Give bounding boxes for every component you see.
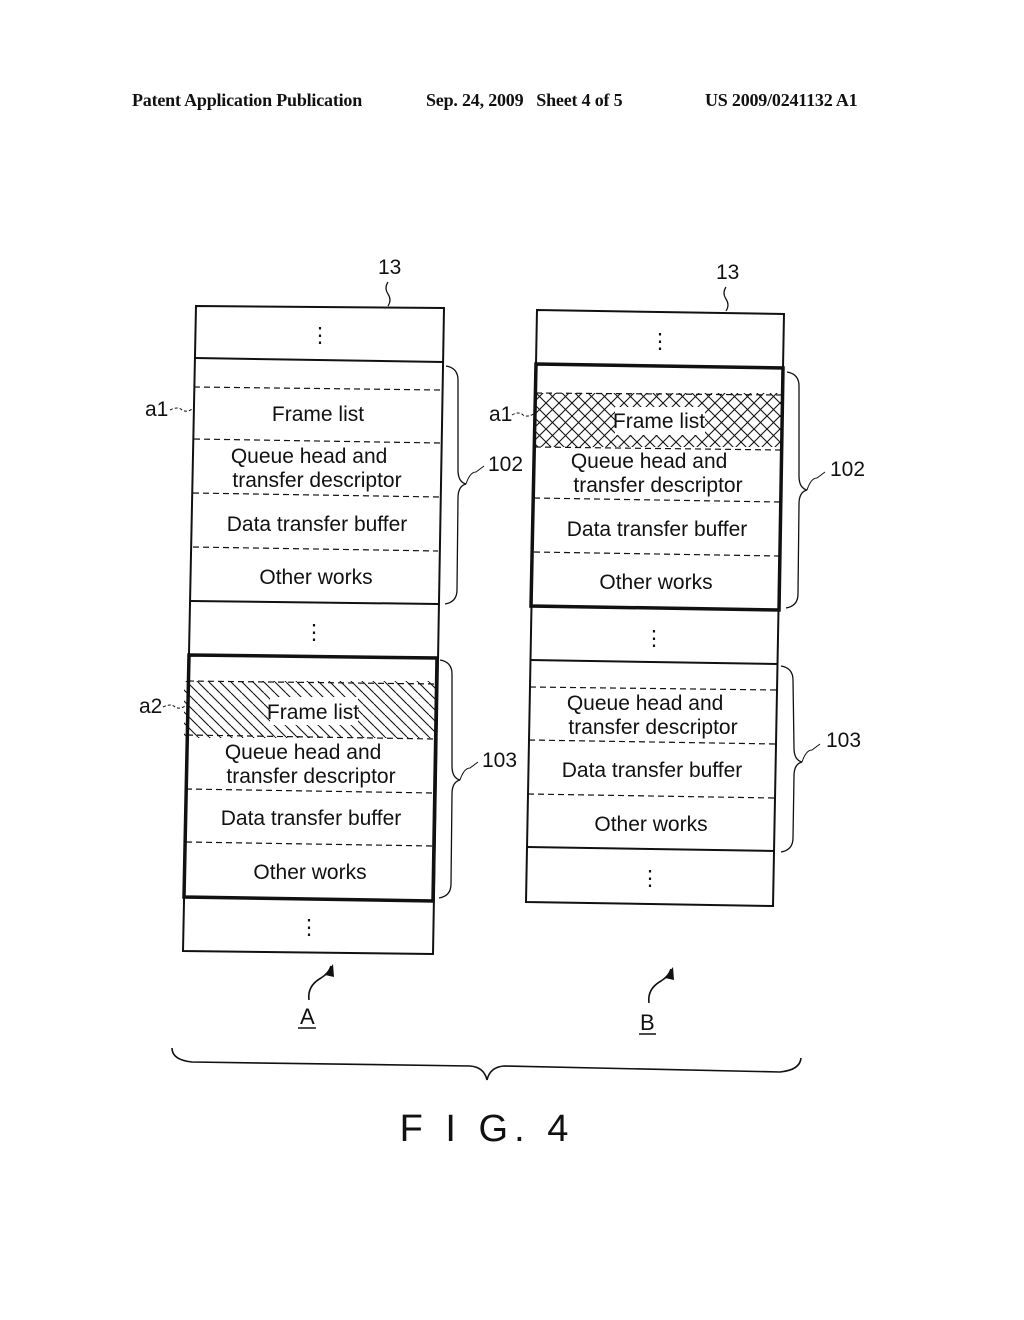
region-ref-103-b: 103: [826, 729, 861, 752]
callout-a1-leader-b: [511, 412, 536, 417]
brace-102-a: [444, 365, 467, 605]
cell-other-works: Other works: [594, 813, 707, 836]
cell-data-transfer-buffer: Data transfer buffer: [567, 518, 748, 541]
ellipsis-icon: ⋮: [304, 621, 325, 644]
cell-queue-head: Queue head and transfer descriptor: [225, 741, 396, 788]
cell-divider: [529, 686, 778, 691]
leader-line-102-b: [806, 471, 826, 491]
callout-a1-leader: [169, 407, 195, 412]
diagram-a: 13 ⋮ Frame list Queue head and transfer …: [139, 256, 523, 1029]
cell-queue-head-line1: Queue head and: [225, 741, 381, 764]
cell-other-works: Other works: [599, 571, 712, 594]
ellipsis-icon: ⋮: [640, 867, 661, 890]
cell-data-transfer-buffer: Data transfer buffer: [221, 807, 402, 830]
cell-divider: [192, 546, 439, 552]
cell-divider: [192, 492, 440, 498]
leader-line-102-a: [465, 465, 485, 485]
combining-brace: [171, 1047, 802, 1081]
region-ref-103-a: 103: [482, 749, 517, 772]
leader-line-103-a: [459, 761, 479, 781]
region-boundary: [526, 846, 776, 852]
arrow-icon: [647, 968, 672, 1004]
cell-queue-head-line1: Queue head and: [231, 445, 387, 468]
cell-divider: [527, 793, 776, 799]
diagram-b: 13 ⋮ Frame list Queue head and transfer …: [489, 261, 865, 1035]
memory-ref-label-a: 13: [378, 256, 401, 279]
region-ref-102-b: 102: [830, 458, 865, 481]
arrowhead-icon: [325, 964, 334, 977]
cell-frame-list-hatched: Frame list: [267, 701, 359, 724]
ellipsis-icon: ⋮: [310, 324, 331, 347]
cell-divider: [185, 841, 434, 847]
leader-line-13-a: [385, 281, 391, 307]
region-ref-102-a: 102: [488, 453, 523, 476]
arrow-icon: [307, 965, 332, 1001]
leader-line-13-b: [723, 286, 729, 312]
cell-queue-head: Queue head and transfer descriptor: [571, 450, 743, 497]
memory-ref-label-b: 13: [716, 261, 739, 284]
callout-a1-label-b: a1: [489, 403, 512, 426]
cell-frame-list-crosshatched: Frame list: [613, 410, 705, 433]
cell-divider: [528, 739, 777, 745]
cell-other-works: Other works: [259, 566, 372, 589]
brace-103-b: [780, 665, 803, 853]
diagram-label-a: A: [300, 1004, 315, 1029]
ellipsis-icon: ⋮: [299, 916, 320, 939]
ellipsis-icon: ⋮: [644, 627, 665, 650]
cell-frame-list: Frame list: [272, 403, 364, 426]
cell-queue-head-line2: transfer descriptor: [573, 474, 742, 497]
brace-102-b: [785, 371, 808, 609]
cell-queue-head-line2: transfer descriptor: [232, 469, 401, 492]
ellipsis-icon: ⋮: [650, 330, 671, 353]
callout-a1-label: a1: [145, 398, 168, 421]
cell-data-transfer-buffer: Data transfer buffer: [227, 513, 408, 536]
callout-a2-leader: [162, 704, 188, 709]
cell-queue-head-line2: transfer descriptor: [568, 716, 737, 739]
cell-divider: [533, 551, 780, 557]
cell-data-transfer-buffer: Data transfer buffer: [562, 759, 743, 782]
cell-queue-head: Queue head and transfer descriptor: [231, 445, 402, 492]
diagram-label-b: B: [640, 1010, 655, 1035]
figure-label: F I G. 4: [400, 1108, 575, 1150]
region-boundary: [190, 600, 439, 605]
cell-divider: [193, 386, 442, 391]
region-boundary: [529, 659, 779, 665]
leader-line-103-b: [801, 743, 821, 763]
brace-103-a: [438, 659, 461, 899]
region-boundary: [194, 357, 444, 363]
cell-queue-head: Queue head and transfer descriptor: [567, 692, 738, 739]
cell-divider: [533, 497, 781, 503]
cell-divider: [193, 438, 441, 444]
cell-queue-head-line1: Queue head and: [567, 692, 723, 715]
cell-queue-head-line2: transfer descriptor: [226, 765, 395, 788]
cell-other-works: Other works: [253, 861, 366, 884]
arrowhead-icon: [665, 967, 674, 980]
callout-a2-label: a2: [139, 695, 162, 718]
cell-divider: [185, 788, 435, 794]
figure-4-diagram: 13 ⋮ Frame list Queue head and transfer …: [139, 256, 865, 1150]
cell-queue-head-line1: Queue head and: [571, 450, 727, 473]
